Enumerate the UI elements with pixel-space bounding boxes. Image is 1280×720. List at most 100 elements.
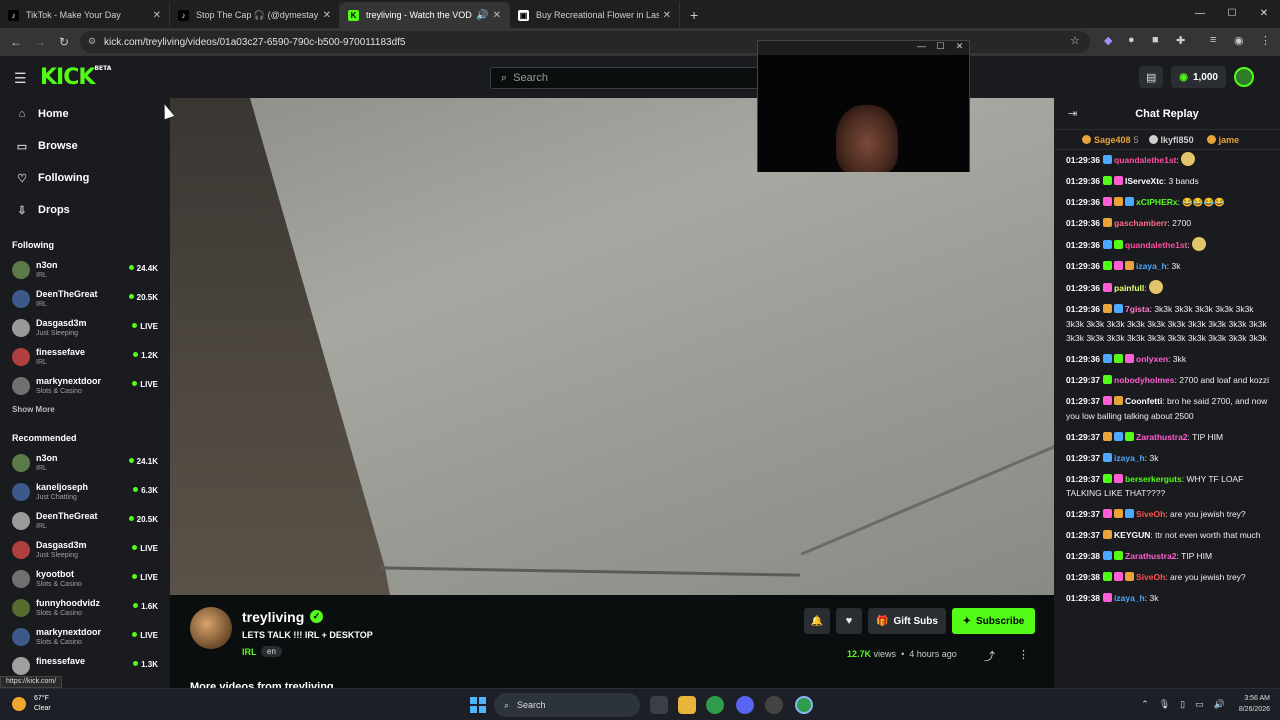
tab-search-icon[interactable]: ≡	[1210, 34, 1216, 46]
webcam-popup-window[interactable]: — ☐ ✕	[757, 40, 970, 172]
volume-icon[interactable]: 🔊	[1214, 699, 1225, 710]
sidebar-channel[interactable]: DeenTheGreat IRL 20.5K	[0, 285, 170, 314]
browser-tab[interactable]: ♪ TikTok - Make Your Day ✕	[0, 2, 170, 28]
nav-following[interactable]: ♡ Following	[0, 162, 170, 194]
chat-username[interactable]: quandalethe1st	[1114, 155, 1176, 165]
sidebar-channel[interactable]: DeenTheGreat IRL 20.5K	[0, 507, 170, 536]
extensions-puzzle-icon[interactable]: ✚	[1176, 34, 1185, 47]
weather-widget[interactable]: 67°F Clear	[12, 694, 51, 714]
chat-username[interactable]: izaya_h	[1136, 261, 1167, 271]
chat-username[interactable]: xCIPHERx	[1136, 197, 1178, 207]
kick-logo[interactable]: KICKBETA	[40, 65, 111, 90]
browser-menu-icon[interactable]: ⋮	[1260, 34, 1271, 47]
chat-username[interactable]: Coonfetti	[1125, 396, 1162, 406]
chrome-icon[interactable]	[706, 696, 724, 714]
chat-username[interactable]: painfull	[1114, 283, 1144, 293]
more-options-icon[interactable]: ⋮	[1018, 648, 1029, 661]
chat-username[interactable]: IServeXtc	[1125, 176, 1164, 186]
back-icon[interactable]: ←	[4, 35, 28, 49]
chat-username[interactable]: SiveOh	[1136, 572, 1165, 582]
sidebar-channel[interactable]: Dasgasd3m Just Sleeping LIVE	[0, 536, 170, 565]
site-info-icon[interactable]: ⚙	[88, 36, 96, 47]
chat-username[interactable]: SiveOh	[1136, 509, 1165, 519]
network-icon[interactable]: ▭	[1195, 699, 1204, 710]
close-icon[interactable]: ✕	[950, 41, 969, 55]
layout-toggle-icon[interactable]: ▤	[1139, 66, 1164, 88]
close-tab-icon[interactable]: ✕	[153, 10, 161, 21]
chat-username[interactable]: izaya_h	[1114, 593, 1145, 603]
chat-username[interactable]: onlyxen	[1136, 354, 1168, 364]
close-tab-icon[interactable]: ✕	[493, 10, 501, 21]
minimize-icon[interactable]: —	[912, 41, 931, 55]
microphone-icon[interactable]: 🎙	[1159, 699, 1170, 710]
nav-browse[interactable]: ▭ Browse	[0, 130, 170, 162]
windows-start-icon[interactable]	[470, 697, 486, 713]
sidebar-channel[interactable]: markynextdoor Slots & Casino LIVE	[0, 623, 170, 652]
kick-coins-button[interactable]: ◉ 1,000	[1171, 66, 1226, 88]
sidebar-channel[interactable]: markynextdoor Slots & Casino LIVE	[0, 372, 170, 401]
phone-link-icon[interactable]: ▯	[1180, 699, 1185, 710]
bookmark-star-icon[interactable]: ☆	[1070, 34, 1080, 47]
user-avatar[interactable]	[1234, 67, 1254, 87]
sidebar-channel[interactable]: n3on IRL 24.1K	[0, 449, 170, 478]
profile-icon[interactable]: ◉	[1234, 34, 1244, 47]
browser-tab[interactable]: ♪ Stop The Cap 🎧 (@dymestay ✕	[170, 2, 340, 28]
sidebar-channel[interactable]: kyootbot Slots & Casino LIVE	[0, 565, 170, 594]
chrome-active-icon[interactable]	[795, 696, 813, 714]
sidebar-channel[interactable]: funnyhoodvidz Slots & Casino 1.6K	[0, 594, 170, 623]
close-tab-icon[interactable]: ✕	[323, 10, 331, 21]
chat-username[interactable]: Zarathustra2	[1125, 551, 1177, 561]
chat-username[interactable]: Zarathustra2	[1136, 432, 1188, 442]
chat-username[interactable]: berserkerguts	[1125, 474, 1182, 484]
sidebar-channel[interactable]: n3on IRL 24.4K	[0, 256, 170, 285]
task-view-icon[interactable]	[650, 696, 668, 714]
maximize-icon[interactable]: ☐	[1216, 0, 1248, 28]
file-explorer-icon[interactable]	[678, 696, 696, 714]
discord-icon[interactable]	[736, 696, 754, 714]
browser-tab[interactable]: ▣ Buy Recreational Flower in Las ✕	[510, 2, 680, 28]
sidebar-channel[interactable]: finessefave IRL 1.2K	[0, 343, 170, 372]
top-gifter[interactable]: lkyfl850	[1148, 134, 1197, 145]
nav-drops[interactable]: ⇩ Drops	[0, 194, 170, 226]
chat-username[interactable]: 7gista	[1125, 304, 1150, 314]
extension-icon[interactable]: ◆	[1104, 34, 1112, 47]
share-icon[interactable]: ⤴	[984, 648, 995, 664]
streamer-name[interactable]: treyliving	[242, 609, 304, 625]
search-input[interactable]: ⌕ Search	[490, 67, 770, 89]
streamer-avatar[interactable]	[190, 607, 232, 649]
top-gifter[interactable]: jame	[1206, 134, 1243, 145]
chat-username[interactable]: nobodyholmes	[1114, 375, 1174, 385]
speaker-icon[interactable]: 🔊	[476, 10, 488, 21]
extension-icon[interactable]: ■	[1152, 34, 1159, 46]
gift-subs-button[interactable]: 🎁 Gift Subs	[868, 608, 946, 634]
maximize-icon[interactable]: ☐	[931, 41, 950, 55]
close-tab-icon[interactable]: ✕	[663, 10, 671, 21]
show-more-button[interactable]: Show More	[0, 401, 170, 419]
sidebar-channel[interactable]: Dasgasd3m Just Sleeping LIVE	[0, 314, 170, 343]
clock[interactable]: 3:56 AM 8/26/2026	[1239, 693, 1270, 715]
chevron-up-icon[interactable]: ⌃	[1141, 699, 1149, 710]
chat-username[interactable]: KEYGUN	[1114, 530, 1150, 540]
menu-icon[interactable]: ☰	[14, 70, 27, 87]
extension-icon[interactable]: ●	[1128, 34, 1135, 46]
category-tag[interactable]: IRL	[242, 647, 257, 657]
obs-icon[interactable]	[765, 696, 783, 714]
reload-icon[interactable]: ↻	[52, 35, 76, 49]
notification-bell-button[interactable]: 🔔	[804, 608, 830, 634]
chat-username[interactable]: izaya_h	[1114, 453, 1145, 463]
follow-button[interactable]: ♥	[836, 608, 862, 634]
subscribe-button[interactable]: ✦ Subscribe	[952, 608, 1035, 634]
forward-icon[interactable]: →	[28, 35, 52, 49]
language-tag[interactable]: en	[261, 646, 282, 657]
new-tab-button[interactable]: +	[680, 2, 708, 28]
chat-username[interactable]: quandalethe1st	[1125, 240, 1187, 250]
close-icon[interactable]: ✕	[1248, 0, 1280, 28]
taskbar-search[interactable]: ⌕ Search	[494, 693, 640, 717]
minimize-icon[interactable]: —	[1184, 0, 1216, 28]
video-player[interactable]	[170, 98, 1054, 595]
nav-home[interactable]: ⌂ Home	[0, 98, 170, 130]
chat-username[interactable]: gaschamberr	[1114, 218, 1167, 228]
top-gifter[interactable]: Sage408 5	[1082, 134, 1139, 145]
sidebar-channel[interactable]: kaneljoseph Just Chatting 6.3K	[0, 478, 170, 507]
browser-tab-active[interactable]: K treyliving - Watch the VOD 🔊 ✕	[340, 2, 510, 28]
